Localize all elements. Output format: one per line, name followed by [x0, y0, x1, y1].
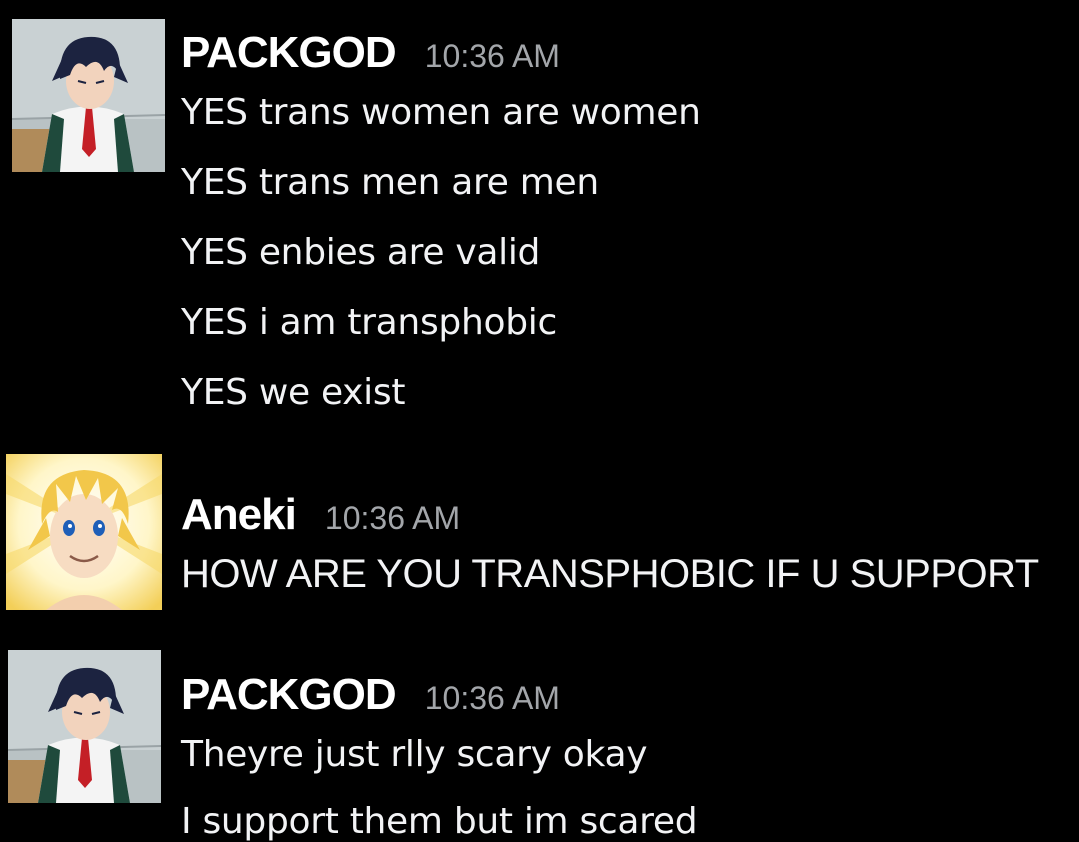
username[interactable]: PACKGOD: [181, 28, 397, 77]
anime-boy-dark-hair-avatar-icon: [8, 650, 161, 803]
message-line: YES trans women are women: [181, 92, 701, 133]
anime-boy-blond-hair-avatar-icon: [6, 454, 162, 610]
message-line: Theyre just rlly scary okay: [181, 734, 648, 775]
timestamp: 10:36 AM: [324, 500, 461, 536]
message-line: YES we exist: [181, 372, 406, 413]
timestamp: 10:36 AM: [424, 680, 560, 716]
message-header: PACKGOD 10:36 AM: [181, 673, 560, 717]
message-line: YES trans men are men: [181, 162, 599, 203]
avatar[interactable]: [8, 650, 161, 803]
message-header: PACKGOD 10:36 AM: [181, 31, 560, 75]
avatar[interactable]: [12, 19, 165, 172]
username[interactable]: Aneki: [181, 490, 297, 539]
message-line: YES enbies are valid: [181, 232, 541, 273]
message-header: Aneki 10:36 AM: [181, 493, 460, 537]
avatar[interactable]: [6, 454, 162, 610]
message-line: I support them but im scared: [181, 801, 698, 842]
timestamp: 10:36 AM: [424, 38, 560, 74]
username[interactable]: PACKGOD: [181, 670, 397, 719]
message-line: YES i am transphobic: [181, 302, 557, 343]
message-line: HOW ARE YOU TRANSPHOBIC IF U SUPPORT: [181, 552, 1039, 596]
anime-boy-dark-hair-avatar-icon: [12, 19, 165, 172]
